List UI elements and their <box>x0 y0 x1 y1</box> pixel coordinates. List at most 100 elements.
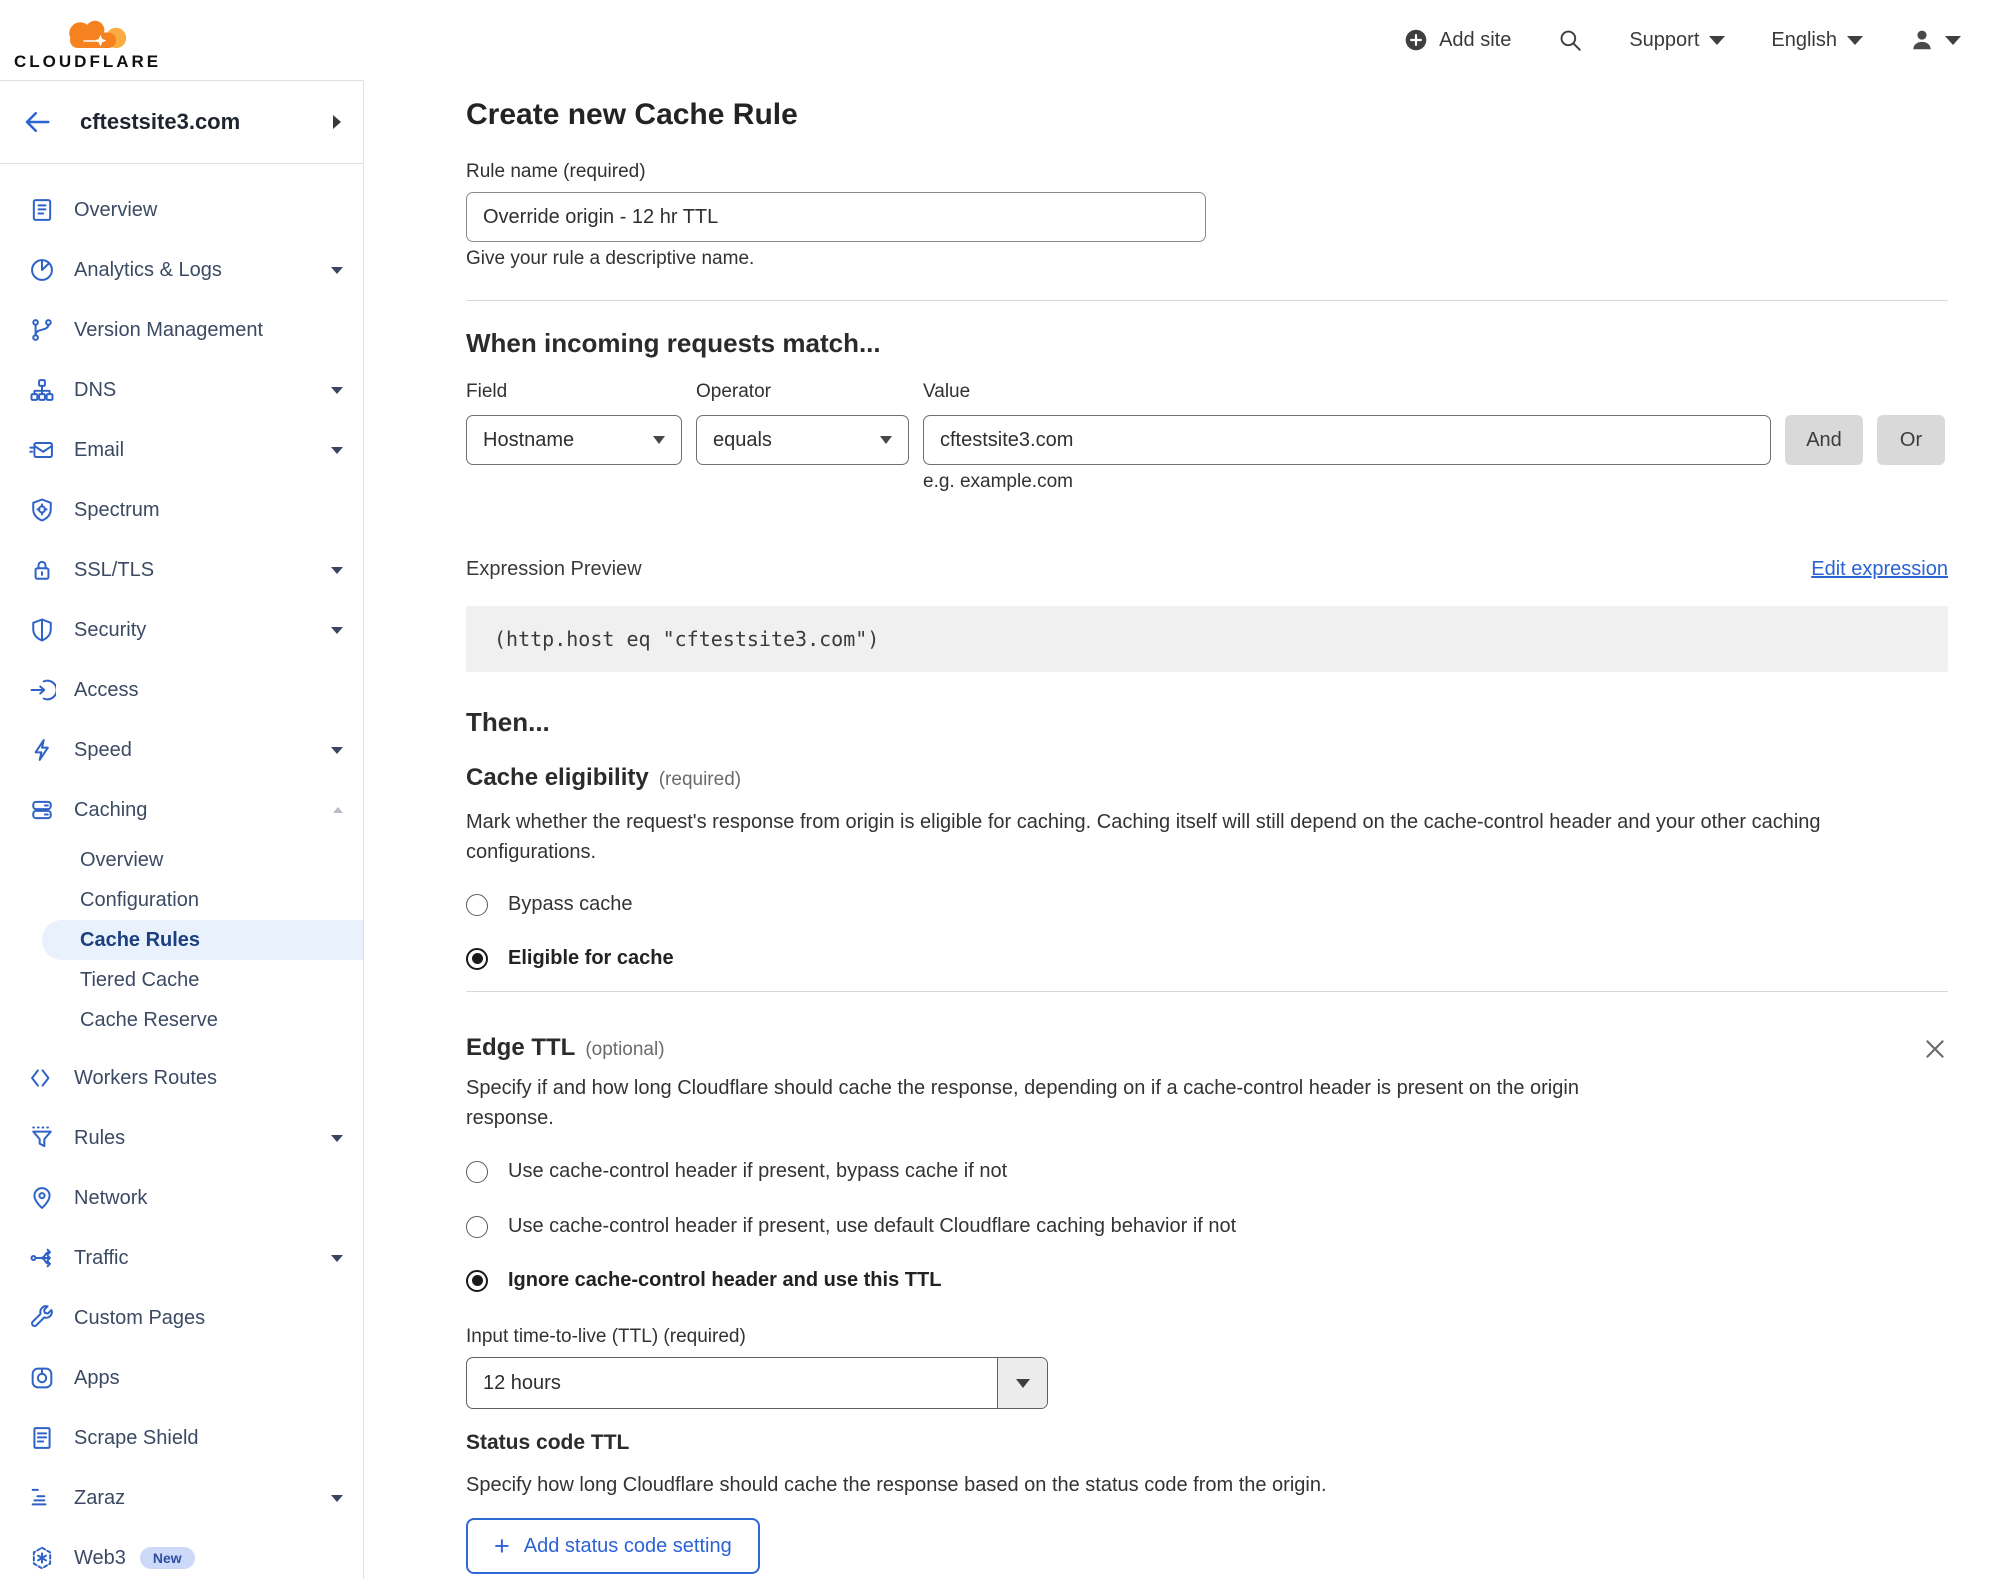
edge-ttl-option-bypass[interactable]: Use cache-control header if present, byp… <box>466 1160 1948 1183</box>
ttl-select-arrow[interactable] <box>997 1358 1047 1408</box>
padlock-icon <box>34 560 50 580</box>
sidebar-subitem-cache-reserve[interactable]: Cache Reserve <box>0 1000 363 1040</box>
account-menu[interactable] <box>1909 27 1961 53</box>
sidebar-subitem-overview[interactable]: Overview <box>0 840 363 880</box>
map-pin-icon <box>33 1187 51 1209</box>
edge-ttl-description: Specify if and how long Cloudflare shoul… <box>466 1077 1579 1129</box>
sidebar-item-zaraz[interactable]: Zaraz <box>0 1468 363 1528</box>
sidebar-item-label: Network <box>74 1186 148 1209</box>
hexagon-icon <box>32 1546 52 1570</box>
and-button[interactable]: And <box>1785 415 1863 465</box>
chevron-down-icon <box>331 446 343 454</box>
chevron-down-icon <box>331 1134 343 1142</box>
edit-expression-link[interactable]: Edit expression <box>1811 558 1948 581</box>
sidebar-item-apps[interactable]: Apps <box>0 1348 363 1408</box>
add-site-button[interactable]: Add site <box>1403 27 1511 53</box>
chevron-down-icon <box>1015 1378 1030 1388</box>
search-icon <box>1560 30 1582 51</box>
value-input[interactable] <box>923 415 1771 465</box>
back-arrow-icon[interactable] <box>22 107 52 137</box>
sidebar-item-access[interactable]: Access <box>0 660 363 720</box>
chevron-down-icon <box>331 266 343 274</box>
sidebar-item-speed[interactable]: Speed <box>0 720 363 780</box>
sidebar-item-ssl-tls[interactable]: SSL/TLS <box>0 540 363 600</box>
add-status-code-button[interactable]: + Add status code setting <box>466 1518 760 1574</box>
chevron-down-icon <box>331 1254 343 1262</box>
radio-unchecked[interactable] <box>466 893 488 916</box>
match-field-labels: Field Operator Value <box>466 380 1948 404</box>
chevron-down-icon <box>331 626 343 634</box>
then-heading: Then... <box>466 707 550 737</box>
radio-label: Use cache-control header if present, use… <box>508 1215 1237 1237</box>
section-divider <box>466 300 1948 301</box>
sidebar-item-overview[interactable]: Overview <box>0 180 363 240</box>
sidebar-nav: Overview Analytics & Logs Version Manage… <box>0 164 363 1579</box>
value-label: Value <box>923 381 971 402</box>
rule-name-help: Give your rule a descriptive name. <box>466 248 755 269</box>
bypass-cache-option[interactable]: Bypass cache <box>466 893 1948 916</box>
plus-icon: + <box>494 1530 510 1561</box>
sidebar-item-caching[interactable]: Caching <box>0 780 363 840</box>
edge-ttl-header: Edge TTL (optional) <box>466 1033 1948 1065</box>
sidebar-item-workers-routes[interactable]: Workers Routes <box>0 1048 363 1108</box>
sidebar-item-security[interactable]: Security <box>0 600 363 660</box>
optional-tag: (optional) <box>585 1039 665 1060</box>
page-title: Create new Cache Rule <box>466 98 798 131</box>
sidebar-item-label: Email <box>74 438 125 461</box>
share-nodes-icon <box>30 1248 51 1268</box>
shield-spark-icon <box>32 498 52 522</box>
radio-checked[interactable] <box>466 947 488 970</box>
cache-eligibility-heading: Cache eligibility (required) <box>466 763 1948 795</box>
support-menu[interactable]: Support <box>1629 29 1726 52</box>
subitem-label: Configuration <box>80 888 199 911</box>
sidebar-item-network[interactable]: Network <box>0 1168 363 1228</box>
language-menu[interactable]: English <box>1771 29 1863 52</box>
chevron-down-icon <box>331 1494 343 1502</box>
operator-label: Operator <box>696 381 771 402</box>
edge-ttl-option-ignore[interactable]: Ignore cache-control header and use this… <box>466 1269 1948 1292</box>
radio-unchecked[interactable] <box>466 1160 488 1183</box>
chevron-down-icon <box>653 436 665 444</box>
rule-name-input[interactable] <box>466 192 1206 242</box>
sidebar-subitem-tiered-cache[interactable]: Tiered Cache <box>0 960 363 1000</box>
eligible-for-cache-option[interactable]: Eligible for cache <box>466 947 1948 970</box>
expression-preview-row: Expression Preview Edit expression <box>466 558 1948 581</box>
sidebar-item-traffic[interactable]: Traffic <box>0 1228 363 1288</box>
sidebar-item-spectrum[interactable]: Spectrum <box>0 480 363 540</box>
chevron-down-icon <box>1945 35 1961 45</box>
cloudflare-logo[interactable]: CLOUDFLARE <box>14 8 161 72</box>
sidebar-subitem-cache-rules[interactable]: Cache Rules <box>42 920 363 960</box>
sidebar-item-label: Apps <box>74 1366 120 1389</box>
edge-ttl-option-default[interactable]: Use cache-control header if present, use… <box>466 1215 1948 1238</box>
sidebar-item-scrape-shield[interactable]: Scrape Shield <box>0 1408 363 1468</box>
sidebar-item-label: Caching <box>74 798 148 821</box>
chevron-up-icon <box>333 807 343 813</box>
field-select[interactable]: Hostname <box>466 415 682 465</box>
close-icon[interactable] <box>1922 1036 1948 1062</box>
sidebar-item-email[interactable]: Email <box>0 420 363 480</box>
search-button[interactable] <box>1557 27 1583 53</box>
field-label: Field <box>466 381 508 402</box>
site-switcher[interactable]: cftestsite3.com <box>0 81 363 164</box>
sidebar-subitem-configuration[interactable]: Configuration <box>0 880 363 920</box>
edge-ttl-heading: Edge TTL (optional) <box>466 1033 665 1065</box>
or-button[interactable]: Or <box>1877 415 1945 465</box>
sitemap-icon <box>30 379 54 401</box>
sidebar-item-dns[interactable]: DNS <box>0 360 363 420</box>
sidebar-item-web3[interactable]: Web3 New <box>0 1528 363 1579</box>
sidebar-item-analytics-logs[interactable]: Analytics & Logs <box>0 240 363 300</box>
radio-unchecked[interactable] <box>466 1215 488 1238</box>
operator-select[interactable]: equals <box>696 415 909 465</box>
sidebar-item-label: Scrape Shield <box>74 1426 199 1449</box>
sidebar-item-rules[interactable]: Rules <box>0 1108 363 1168</box>
sidebar-item-custom-pages[interactable]: Custom Pages <box>0 1288 363 1348</box>
radio-label: Ignore cache-control header and use this… <box>508 1269 942 1291</box>
bars-icon <box>31 1488 47 1506</box>
ttl-select[interactable]: 12 hours <box>466 1357 1048 1409</box>
pie-chart-icon <box>31 259 53 281</box>
sidebar-item-version-management[interactable]: Version Management <box>0 300 363 360</box>
radio-checked[interactable] <box>466 1269 488 1292</box>
new-badge: New <box>139 1547 195 1569</box>
sidebar-item-label: Custom Pages <box>74 1306 206 1329</box>
plus-circle-icon <box>1405 29 1427 51</box>
